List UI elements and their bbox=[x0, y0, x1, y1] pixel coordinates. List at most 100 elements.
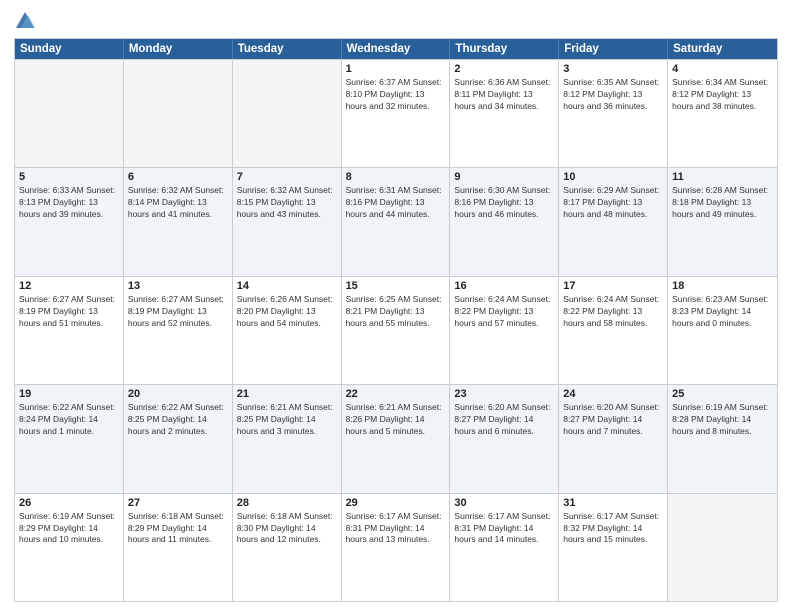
day-number: 7 bbox=[237, 171, 337, 183]
day-cell-10: 10 Sunrise: 6:29 AM Sunset: 8:17 PM Dayli… bbox=[559, 168, 668, 275]
calendar-row-3: 19 Sunrise: 6:22 AM Sunset: 8:24 PM Dayli… bbox=[15, 384, 777, 492]
day-cell-1: 1Sunrise: 6:37 AM Sunset: 8:10 PM Daylig… bbox=[342, 60, 451, 167]
day-number: 9 bbox=[454, 171, 554, 183]
day-info: Sunrise: 6:27 AM Sunset: 8:19 PM Dayligh… bbox=[128, 294, 228, 330]
day-cell-23: 23 Sunrise: 6:20 AM Sunset: 8:27 PM Dayli… bbox=[450, 385, 559, 492]
day-info: Sunrise: 6:36 AM Sunset: 8:11 PM Dayligh… bbox=[454, 77, 554, 113]
page: SundayMondayTuesdayWednesdayThursdayFrid… bbox=[0, 0, 792, 612]
day-number: 17 bbox=[563, 280, 663, 292]
day-number: 12 bbox=[19, 280, 119, 292]
day-number: 21 bbox=[237, 388, 337, 400]
day-cell-17: 17 Sunrise: 6:24 AM Sunset: 8:22 PM Dayli… bbox=[559, 277, 668, 384]
day-info: Sunrise: 6:32 AM Sunset: 8:15 PM Dayligh… bbox=[237, 185, 337, 221]
day-number: 19 bbox=[19, 388, 119, 400]
day-number: 11 bbox=[672, 171, 773, 183]
day-info: Sunrise: 6:30 AM Sunset: 8:16 PM Dayligh… bbox=[454, 185, 554, 221]
day-number: 20 bbox=[128, 388, 228, 400]
day-number: 27 bbox=[128, 497, 228, 509]
day-number: 30 bbox=[454, 497, 554, 509]
day-info: Sunrise: 6:25 AM Sunset: 8:21 PM Dayligh… bbox=[346, 294, 446, 330]
day-cell-7: 7 Sunrise: 6:32 AM Sunset: 8:15 PM Daylig… bbox=[233, 168, 342, 275]
day-info: Sunrise: 6:22 AM Sunset: 8:25 PM Dayligh… bbox=[128, 402, 228, 438]
header-day-friday: Friday bbox=[559, 39, 668, 59]
day-number: 18 bbox=[672, 280, 773, 292]
header-day-sunday: Sunday bbox=[15, 39, 124, 59]
day-cell-27: 27 Sunrise: 6:18 AM Sunset: 8:29 PM Dayli… bbox=[124, 494, 233, 601]
day-info: Sunrise: 6:19 AM Sunset: 8:28 PM Dayligh… bbox=[672, 402, 773, 438]
day-cell-22: 22 Sunrise: 6:21 AM Sunset: 8:26 PM Dayli… bbox=[342, 385, 451, 492]
day-cell-14: 14Sunrise: 6:26 AM Sunset: 8:20 PM Dayli… bbox=[233, 277, 342, 384]
day-number: 5 bbox=[19, 171, 119, 183]
day-cell-18: 18 Sunrise: 6:23 AM Sunset: 8:23 PM Dayli… bbox=[668, 277, 777, 384]
day-cell-26: 26 Sunrise: 6:19 AM Sunset: 8:29 PM Dayli… bbox=[15, 494, 124, 601]
day-info: Sunrise: 6:29 AM Sunset: 8:17 PM Dayligh… bbox=[563, 185, 663, 221]
day-info: Sunrise: 6:24 AM Sunset: 8:22 PM Dayligh… bbox=[563, 294, 663, 330]
day-number: 15 bbox=[346, 280, 446, 292]
day-info: Sunrise: 6:20 AM Sunset: 8:27 PM Dayligh… bbox=[563, 402, 663, 438]
day-number: 4 bbox=[672, 63, 773, 75]
calendar-body: 1Sunrise: 6:37 AM Sunset: 8:10 PM Daylig… bbox=[15, 59, 777, 601]
day-number: 2 bbox=[454, 63, 554, 75]
day-info: Sunrise: 6:28 AM Sunset: 8:18 PM Dayligh… bbox=[672, 185, 773, 221]
day-info: Sunrise: 6:32 AM Sunset: 8:14 PM Dayligh… bbox=[128, 185, 228, 221]
day-info: Sunrise: 6:17 AM Sunset: 8:32 PM Dayligh… bbox=[563, 511, 663, 547]
day-info: Sunrise: 6:21 AM Sunset: 8:25 PM Dayligh… bbox=[237, 402, 337, 438]
day-cell-3: 3Sunrise: 6:35 AM Sunset: 8:12 PM Daylig… bbox=[559, 60, 668, 167]
day-cell-5: 5 Sunrise: 6:33 AM Sunset: 8:13 PM Daylig… bbox=[15, 168, 124, 275]
day-cell-30: 30 Sunrise: 6:17 AM Sunset: 8:31 PM Dayli… bbox=[450, 494, 559, 601]
day-cell-4: 4 Sunrise: 6:34 AM Sunset: 8:12 PM Daylig… bbox=[668, 60, 777, 167]
day-number: 6 bbox=[128, 171, 228, 183]
day-info: Sunrise: 6:31 AM Sunset: 8:16 PM Dayligh… bbox=[346, 185, 446, 221]
day-info: Sunrise: 6:27 AM Sunset: 8:19 PM Dayligh… bbox=[19, 294, 119, 330]
day-number: 8 bbox=[346, 171, 446, 183]
empty-cell-0-0 bbox=[15, 60, 124, 167]
day-number: 31 bbox=[563, 497, 663, 509]
header-day-saturday: Saturday bbox=[668, 39, 777, 59]
logo bbox=[14, 10, 40, 32]
calendar: SundayMondayTuesdayWednesdayThursdayFrid… bbox=[14, 38, 778, 602]
day-number: 16 bbox=[454, 280, 554, 292]
day-number: 10 bbox=[563, 171, 663, 183]
day-number: 29 bbox=[346, 497, 446, 509]
day-number: 26 bbox=[19, 497, 119, 509]
calendar-row-1: 5 Sunrise: 6:33 AM Sunset: 8:13 PM Daylig… bbox=[15, 167, 777, 275]
calendar-row-0: 1Sunrise: 6:37 AM Sunset: 8:10 PM Daylig… bbox=[15, 59, 777, 167]
day-cell-15: 15 Sunrise: 6:25 AM Sunset: 8:21 PM Dayli… bbox=[342, 277, 451, 384]
day-info: Sunrise: 6:26 AM Sunset: 8:20 PM Dayligh… bbox=[237, 294, 337, 330]
logo-icon bbox=[14, 10, 36, 32]
header-day-tuesday: Tuesday bbox=[233, 39, 342, 59]
day-info: Sunrise: 6:33 AM Sunset: 8:13 PM Dayligh… bbox=[19, 185, 119, 221]
day-number: 24 bbox=[563, 388, 663, 400]
day-cell-20: 20 Sunrise: 6:22 AM Sunset: 8:25 PM Dayli… bbox=[124, 385, 233, 492]
empty-cell-4-6 bbox=[668, 494, 777, 601]
day-number: 28 bbox=[237, 497, 337, 509]
header-day-monday: Monday bbox=[124, 39, 233, 59]
day-info: Sunrise: 6:37 AM Sunset: 8:10 PM Dayligh… bbox=[346, 77, 446, 113]
calendar-row-4: 26 Sunrise: 6:19 AM Sunset: 8:29 PM Dayli… bbox=[15, 493, 777, 601]
day-cell-6: 6 Sunrise: 6:32 AM Sunset: 8:14 PM Daylig… bbox=[124, 168, 233, 275]
day-info: Sunrise: 6:19 AM Sunset: 8:29 PM Dayligh… bbox=[19, 511, 119, 547]
day-cell-28: 28Sunrise: 6:18 AM Sunset: 8:30 PM Dayli… bbox=[233, 494, 342, 601]
day-number: 23 bbox=[454, 388, 554, 400]
day-cell-19: 19 Sunrise: 6:22 AM Sunset: 8:24 PM Dayli… bbox=[15, 385, 124, 492]
day-info: Sunrise: 6:21 AM Sunset: 8:26 PM Dayligh… bbox=[346, 402, 446, 438]
day-info: Sunrise: 6:17 AM Sunset: 8:31 PM Dayligh… bbox=[454, 511, 554, 547]
day-number: 13 bbox=[128, 280, 228, 292]
day-info: Sunrise: 6:18 AM Sunset: 8:29 PM Dayligh… bbox=[128, 511, 228, 547]
day-number: 22 bbox=[346, 388, 446, 400]
calendar-row-2: 12 Sunrise: 6:27 AM Sunset: 8:19 PM Dayli… bbox=[15, 276, 777, 384]
day-cell-12: 12 Sunrise: 6:27 AM Sunset: 8:19 PM Dayli… bbox=[15, 277, 124, 384]
day-info: Sunrise: 6:34 AM Sunset: 8:12 PM Dayligh… bbox=[672, 77, 773, 113]
day-info: Sunrise: 6:23 AM Sunset: 8:23 PM Dayligh… bbox=[672, 294, 773, 330]
header-day-thursday: Thursday bbox=[450, 39, 559, 59]
day-cell-29: 29Sunrise: 6:17 AM Sunset: 8:31 PM Dayli… bbox=[342, 494, 451, 601]
day-cell-21: 21 Sunrise: 6:21 AM Sunset: 8:25 PM Dayli… bbox=[233, 385, 342, 492]
day-info: Sunrise: 6:24 AM Sunset: 8:22 PM Dayligh… bbox=[454, 294, 554, 330]
day-number: 25 bbox=[672, 388, 773, 400]
day-info: Sunrise: 6:22 AM Sunset: 8:24 PM Dayligh… bbox=[19, 402, 119, 438]
day-cell-13: 13 Sunrise: 6:27 AM Sunset: 8:19 PM Dayli… bbox=[124, 277, 233, 384]
header bbox=[14, 10, 778, 32]
day-info: Sunrise: 6:20 AM Sunset: 8:27 PM Dayligh… bbox=[454, 402, 554, 438]
day-cell-9: 9 Sunrise: 6:30 AM Sunset: 8:16 PM Daylig… bbox=[450, 168, 559, 275]
day-cell-8: 8 Sunrise: 6:31 AM Sunset: 8:16 PM Daylig… bbox=[342, 168, 451, 275]
